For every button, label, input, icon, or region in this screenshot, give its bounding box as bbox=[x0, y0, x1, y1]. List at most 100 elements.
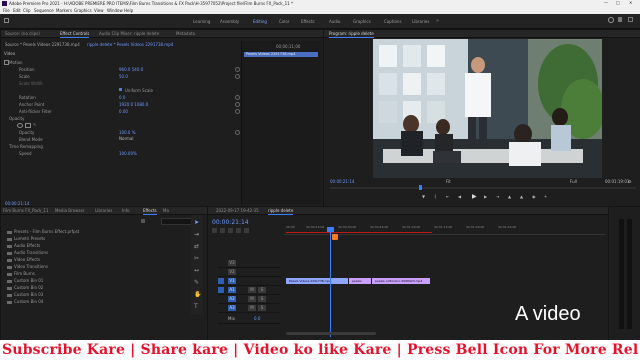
tab-libraries[interactable]: Libraries bbox=[95, 208, 112, 213]
motion-fx-icon[interactable] bbox=[4, 60, 9, 65]
track-label[interactable]: V3 bbox=[228, 260, 236, 266]
menu-view[interactable]: View bbox=[94, 8, 104, 13]
track-select-tool-icon[interactable]: ⇥ bbox=[194, 231, 199, 238]
track-label[interactable]: A1 bbox=[228, 287, 236, 293]
add-marker-icon[interactable] bbox=[236, 228, 241, 233]
type-tool-icon[interactable]: T bbox=[194, 303, 198, 310]
close-button[interactable]: ✕ bbox=[629, 1, 632, 5]
list-item[interactable]: Custom Bin 04 bbox=[7, 299, 43, 304]
mute-button[interactable]: M bbox=[248, 305, 256, 311]
slip-tool-icon[interactable]: ↔ bbox=[194, 267, 199, 274]
list-item[interactable]: Audio Transitions bbox=[7, 250, 48, 255]
menu-sequence[interactable]: Sequence bbox=[34, 8, 54, 13]
tab-effect-controls[interactable]: Effect Controls bbox=[60, 31, 90, 38]
program-playhead[interactable] bbox=[419, 185, 422, 190]
menu-file[interactable]: File bbox=[3, 8, 10, 13]
mute-button[interactable]: M bbox=[248, 296, 256, 302]
workspace-audio[interactable]: Audio bbox=[329, 19, 340, 24]
hand-tool-icon[interactable]: ✋ bbox=[194, 291, 201, 298]
list-item[interactable]: Lumetri Presets bbox=[7, 236, 45, 241]
speed-value[interactable]: 100.00% bbox=[119, 151, 137, 156]
time-remapping-effect[interactable]: Time Remapping bbox=[9, 144, 43, 149]
tab-info[interactable]: Info bbox=[122, 208, 130, 213]
razor-tool-icon[interactable]: ✂ bbox=[194, 255, 199, 262]
menu-edit[interactable]: Edit bbox=[13, 8, 21, 13]
list-item[interactable]: Film Burns bbox=[7, 271, 35, 276]
solo-button[interactable]: S bbox=[258, 296, 266, 302]
blend-mode-select[interactable]: Normal bbox=[119, 137, 133, 141]
timeline-clip[interactable]: pexels-cottonbro-5668923.mp4 bbox=[372, 278, 430, 284]
workspace-color[interactable]: Color bbox=[279, 19, 289, 24]
rotation-value[interactable]: 0.0 bbox=[119, 95, 125, 100]
track-label[interactable]: V1 bbox=[228, 278, 236, 284]
menu-graphics[interactable]: Graphics bbox=[74, 8, 92, 13]
tab-audio-clip-mixer[interactable]: Audio Clip Mixer: ripple delete bbox=[99, 31, 159, 36]
insert-nest-icon[interactable] bbox=[212, 228, 217, 233]
workspace-graphics[interactable]: Graphics bbox=[353, 19, 371, 24]
accelerated-effects-icon[interactable] bbox=[141, 219, 145, 223]
workspace-editing[interactable]: Editing bbox=[253, 19, 267, 24]
list-item[interactable]: Custom Bin 01 bbox=[7, 278, 43, 283]
track-label[interactable]: A2 bbox=[228, 296, 236, 302]
tab-source[interactable]: Source: (no clips) bbox=[5, 31, 40, 36]
ripple-edit-tool-icon[interactable]: ⇄ bbox=[194, 243, 199, 250]
workspace-menu-icon[interactable]: » bbox=[436, 18, 439, 24]
position-value[interactable]: 960.0 540.0 bbox=[119, 67, 143, 72]
timeline-clip[interactable]: Pexels Videos 2291738.mp4 bbox=[286, 278, 348, 284]
list-item[interactable]: Audio Effects bbox=[7, 243, 40, 248]
anchor-point-value[interactable]: 1920.0 1080.0 bbox=[119, 102, 148, 107]
mask-ellipse-icon[interactable] bbox=[17, 123, 23, 128]
reset-position-icon[interactable] bbox=[235, 67, 240, 72]
menu-window[interactable]: Window bbox=[107, 8, 123, 13]
motion-effect[interactable]: Motion bbox=[9, 60, 23, 65]
track-label[interactable]: V2 bbox=[228, 269, 236, 275]
step-forward-icon[interactable]: ▶ bbox=[484, 195, 487, 199]
menu-help[interactable]: Help bbox=[124, 8, 133, 13]
tab-effects[interactable]: Effects bbox=[143, 208, 157, 215]
home-icon[interactable] bbox=[4, 18, 9, 23]
menu-clip[interactable]: Clip bbox=[23, 8, 31, 13]
go-to-out-icon[interactable]: ⇥ bbox=[496, 195, 499, 199]
mask-pen-icon[interactable]: ✎ bbox=[33, 122, 36, 127]
timeline-settings-icon[interactable] bbox=[244, 228, 249, 233]
mix-value[interactable]: 0.0 bbox=[254, 317, 260, 321]
list-item[interactable]: Custom Bin 03 bbox=[7, 292, 43, 297]
go-to-in-icon[interactable]: ⇤ bbox=[446, 195, 449, 199]
list-item[interactable]: Video Transitions bbox=[7, 264, 48, 269]
list-item[interactable]: Video Effects bbox=[7, 257, 40, 262]
menu-markers[interactable]: Markers bbox=[56, 8, 72, 13]
extract-icon[interactable]: ▲ bbox=[520, 195, 523, 199]
notification-icon[interactable] bbox=[618, 17, 622, 22]
workspace-assembly[interactable]: Assembly bbox=[220, 19, 239, 24]
anti-flicker-value[interactable]: 0.00 bbox=[119, 109, 128, 114]
tab-sequence-1[interactable]: 2022-09-17 19-42-35 bbox=[216, 208, 259, 213]
workspace-learning[interactable]: Learning bbox=[193, 19, 210, 24]
tab-sequence-ripple-delete[interactable]: ripple delete bbox=[268, 208, 294, 215]
workspace-libraries[interactable]: Libraries bbox=[412, 19, 429, 24]
reset-antiflicker-icon[interactable] bbox=[235, 109, 240, 114]
snap-icon[interactable] bbox=[220, 228, 225, 233]
add-button-icon[interactable]: + bbox=[544, 195, 547, 199]
tab-markers[interactable]: Ma bbox=[163, 208, 169, 213]
track-target-a1[interactable] bbox=[218, 287, 224, 293]
list-item[interactable]: Presets - Film Burns Effect.prfpst bbox=[7, 229, 79, 234]
program-timecode[interactable]: 00:00:21:14 bbox=[330, 180, 354, 184]
minimize-button[interactable]: — bbox=[604, 1, 608, 5]
fullscreen-icon[interactable] bbox=[628, 17, 633, 22]
tab-media-browser[interactable]: Media Browser bbox=[55, 208, 85, 213]
pen-tool-icon[interactable]: ✎ bbox=[194, 279, 199, 286]
tab-program[interactable]: Program: ripple delete bbox=[329, 31, 374, 38]
source-clip-label[interactable]: Source * Pexels Videos 2291738.mp4 bbox=[5, 43, 80, 47]
lift-icon[interactable]: ▲ bbox=[508, 195, 511, 199]
workspace-captions[interactable]: Captions bbox=[384, 19, 402, 24]
linked-selection-icon[interactable] bbox=[228, 228, 233, 233]
uniform-scale-checkbox[interactable] bbox=[119, 88, 122, 91]
timeline-timecode[interactable]: 00:00:21:14 bbox=[212, 219, 249, 226]
maximize-button[interactable]: □ bbox=[616, 1, 620, 5]
reset-opacity-icon[interactable] bbox=[235, 130, 240, 135]
mark-in-icon[interactable]: ▼ bbox=[422, 195, 425, 199]
solo-button[interactable]: S bbox=[258, 305, 266, 311]
mask-rectangle-icon[interactable] bbox=[25, 123, 31, 128]
reset-scale-icon[interactable] bbox=[235, 74, 240, 79]
mute-button[interactable]: M bbox=[248, 287, 256, 293]
